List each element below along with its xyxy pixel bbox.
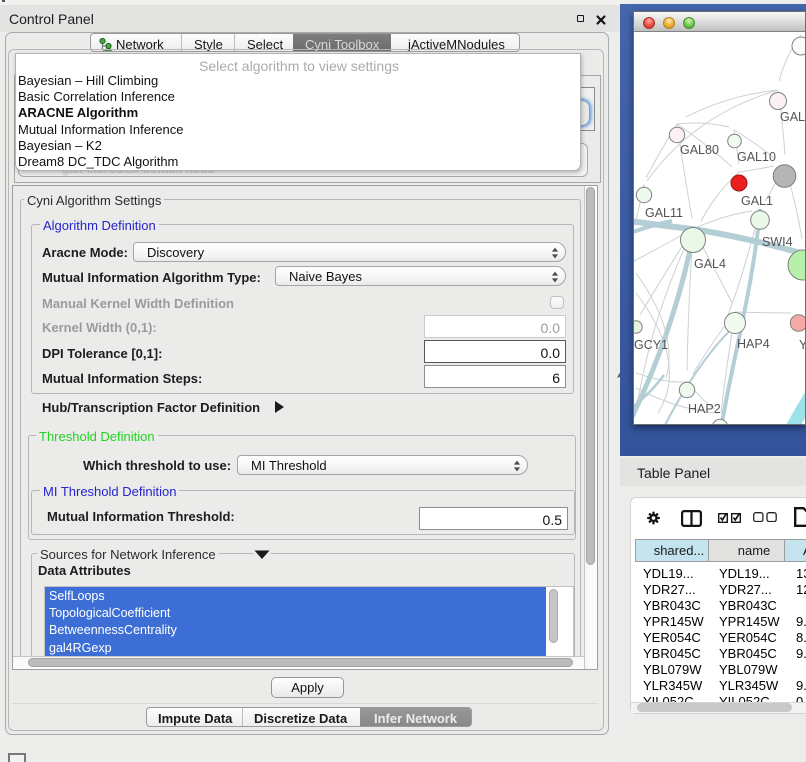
svg-text:GAL: GAL [780,110,805,124]
svg-text:GCY1: GCY1 [634,338,668,352]
svg-text:GAL10: GAL10 [737,150,776,164]
svg-text:GAL1: GAL1 [741,194,773,208]
svg-text:HAP2: HAP2 [688,402,721,416]
svg-text:GAL11: GAL11 [645,206,683,220]
svg-text:HAP4: HAP4 [737,337,770,351]
svg-text:SWI4: SWI4 [762,235,793,249]
svg-text:Y: Y [799,338,806,352]
svg-text:GAL80: GAL80 [680,143,719,157]
svg-text:GAL4: GAL4 [694,257,726,271]
